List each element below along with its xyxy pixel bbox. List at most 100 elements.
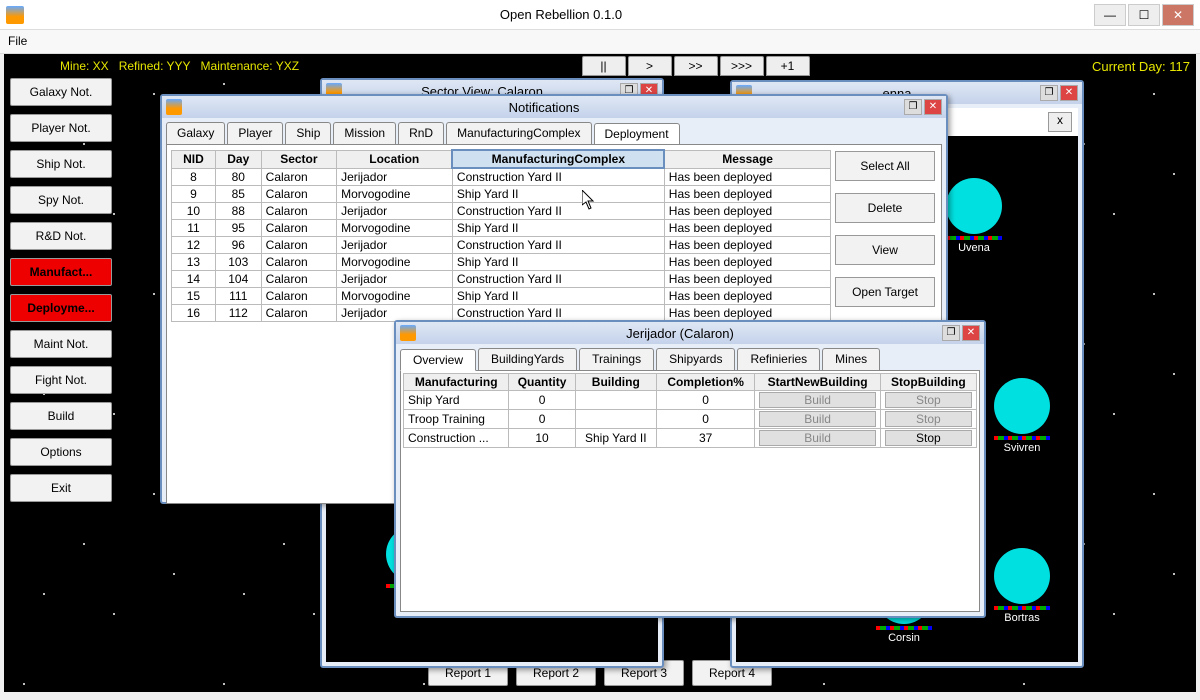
view-button[interactable]: View <box>835 235 935 265</box>
java-icon <box>166 99 182 115</box>
tab-ship[interactable]: Ship <box>285 122 331 144</box>
col-completion%[interactable]: Completion% <box>656 374 755 391</box>
maximize-button[interactable]: ☐ <box>1128 4 1160 26</box>
table-row[interactable]: 880CalaronJerijadorConstruction Yard IIH… <box>172 168 831 186</box>
location-detail-window[interactable]: Jerijador (Calaron) ❐ ✕ OverviewBuilding… <box>394 320 986 618</box>
stop-button: Stop <box>885 392 972 408</box>
file-menu[interactable]: File <box>8 34 27 48</box>
close-button[interactable]: x <box>1048 112 1072 132</box>
tab-mines[interactable]: Mines <box>822 348 880 370</box>
speed--button[interactable]: || <box>582 56 626 76</box>
close-icon[interactable]: ✕ <box>924 99 942 115</box>
tab-mission[interactable]: Mission <box>333 122 396 144</box>
col-sector[interactable]: Sector <box>261 150 336 168</box>
table-row[interactable]: 1088CalaronJerijadorConstruction Yard II… <box>172 203 831 220</box>
notifications-table[interactable]: NIDDaySectorLocationManufacturingComplex… <box>171 149 831 322</box>
tab-player[interactable]: Player <box>227 122 283 144</box>
sidebar-fight-not--button[interactable]: Fight Not. <box>10 366 112 394</box>
sidebar-options-button[interactable]: Options <box>10 438 112 466</box>
maintenance-stat: Maintenance: YXZ <box>201 59 300 73</box>
build-button: Build <box>759 411 875 427</box>
stop-button[interactable]: Stop <box>885 430 972 446</box>
table-row[interactable]: 13103CalaronMorvogodineShip Yard IIHas b… <box>172 254 831 271</box>
table-row[interactable]: Ship Yard00BuildStop <box>404 391 977 410</box>
planet-label: Corsin <box>876 632 932 644</box>
col-stopbuilding[interactable]: StopBuilding <box>880 374 976 391</box>
sidebar-r-d-not--button[interactable]: R&D Not. <box>10 222 112 250</box>
table-row[interactable]: 16112CalaronJerijadorConstruction Yard I… <box>172 305 831 322</box>
sidebar-deployme--button[interactable]: Deployme... <box>10 294 112 322</box>
planet-label: Svivren <box>994 442 1050 454</box>
menu-bar: File <box>0 30 1200 54</box>
notifications-title: Notifications <box>186 100 902 115</box>
close-icon[interactable]: ✕ <box>962 325 980 341</box>
java-icon <box>400 325 416 341</box>
sidebar-spy-not--button[interactable]: Spy Not. <box>10 186 112 214</box>
col-quantity[interactable]: Quantity <box>509 374 575 391</box>
table-row[interactable]: 1296CalaronJerijadorConstruction Yard II… <box>172 237 831 254</box>
notifications-actions: Select All Delete View Open Target <box>835 151 935 307</box>
current-day: Current Day: 117 <box>1092 59 1190 74</box>
planet-uvena[interactable]: Uvena <box>946 178 1002 254</box>
col-message[interactable]: Message <box>664 150 830 168</box>
sidebar-manufact--button[interactable]: Manufact... <box>10 258 112 286</box>
sidebar-maint-not--button[interactable]: Maint Not. <box>10 330 112 358</box>
sidebar-build-button[interactable]: Build <box>10 402 112 430</box>
col-manufacturing[interactable]: Manufacturing <box>404 374 509 391</box>
close-icon[interactable]: ✕ <box>1060 85 1078 101</box>
col-manufacturingcomplex[interactable]: ManufacturingComplex <box>452 150 664 168</box>
planet-label: Bortras <box>994 612 1050 624</box>
java-icon <box>6 6 24 24</box>
tab-overview[interactable]: Overview <box>400 349 476 371</box>
tab-shipyards[interactable]: Shipyards <box>656 348 735 370</box>
open-target-button[interactable]: Open Target <box>835 277 935 307</box>
col-nid[interactable]: NID <box>172 150 216 168</box>
mouse-cursor <box>582 190 596 210</box>
tab-buildingyards[interactable]: BuildingYards <box>478 348 577 370</box>
build-button: Build <box>759 430 875 446</box>
select-all-button[interactable]: Select All <box>835 151 935 181</box>
restore-icon[interactable]: ❐ <box>942 325 960 341</box>
table-row[interactable]: 14104CalaronJerijadorConstruction Yard I… <box>172 271 831 288</box>
table-row[interactable]: 1195CalaronMorvogodineShip Yard IIHas be… <box>172 220 831 237</box>
left-sidebar: Galaxy Not. Player Not. Ship Not. Spy Not. R… <box>10 78 112 502</box>
speed--button[interactable]: > <box>628 56 672 76</box>
sidebar-ship-not--button[interactable]: Ship Not. <box>10 150 112 178</box>
tab-galaxy[interactable]: Galaxy <box>166 122 225 144</box>
resource-stats: Mine: XX Refined: YYY Maintenance: YXZ <box>10 59 299 73</box>
tab-rnd[interactable]: RnD <box>398 122 444 144</box>
tab-refinieries[interactable]: Refinieries <box>737 348 820 370</box>
planet-bortras[interactable]: Bortras <box>994 548 1050 624</box>
sidebar-player-not--button[interactable]: Player Not. <box>10 114 112 142</box>
detail-title: Jerijador (Calaron) <box>420 326 940 341</box>
table-row[interactable]: 985CalaronMorvogodineShip Yard IIHas bee… <box>172 186 831 203</box>
speed-1-button[interactable]: +1 <box>766 56 810 76</box>
tab-manufacturingcomplex[interactable]: ManufacturingComplex <box>446 122 591 144</box>
refined-stat: Refined: YYY <box>119 59 191 73</box>
tab-deployment[interactable]: Deployment <box>594 123 680 145</box>
detail-tabs: OverviewBuildingYardsTrainingsShipyardsR… <box>396 344 984 370</box>
col-location[interactable]: Location <box>337 150 453 168</box>
delete-button[interactable]: Delete <box>835 193 935 223</box>
detail-panel: ManufacturingQuantityBuildingCompletion%… <box>400 370 980 612</box>
speed--button[interactable]: >>> <box>720 56 764 76</box>
game-area: Mine: XX Refined: YYY Maintenance: YXZ |… <box>4 54 1196 692</box>
table-row[interactable]: Troop Training00BuildStop <box>404 410 977 429</box>
detail-table[interactable]: ManufacturingQuantityBuildingCompletion%… <box>403 373 977 448</box>
restore-icon[interactable]: ❐ <box>1040 85 1058 101</box>
minimize-button[interactable]: — <box>1094 4 1126 26</box>
planet-svivren[interactable]: Svivren <box>994 378 1050 454</box>
sidebar-galaxy-not--button[interactable]: Galaxy Not. <box>10 78 112 106</box>
table-row[interactable]: Construction ...10Ship Yard II37BuildSto… <box>404 429 977 448</box>
speed--button[interactable]: >> <box>674 56 718 76</box>
col-day[interactable]: Day <box>215 150 261 168</box>
table-row[interactable]: 15111CalaronMorvogodineShip Yard IIHas b… <box>172 288 831 305</box>
sidebar-exit-button[interactable]: Exit <box>10 474 112 502</box>
col-building[interactable]: Building <box>575 374 656 391</box>
close-button[interactable]: ✕ <box>1162 4 1194 26</box>
restore-icon[interactable]: ❐ <box>904 99 922 115</box>
col-startnewbuilding[interactable]: StartNewBuilding <box>755 374 880 391</box>
build-button: Build <box>759 392 875 408</box>
notifications-tabs: GalaxyPlayerShipMissionRnDManufacturingC… <box>162 118 946 144</box>
tab-trainings[interactable]: Trainings <box>579 348 654 370</box>
